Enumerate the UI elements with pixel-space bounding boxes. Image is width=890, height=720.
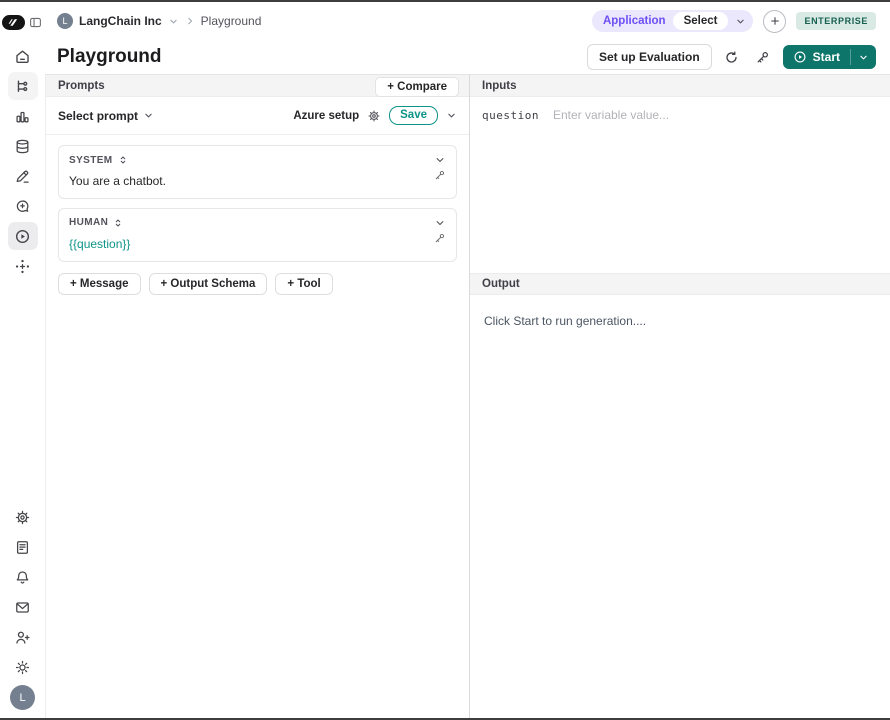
user-avatar[interactable]: L: [10, 685, 35, 710]
role-label: HUMAN: [69, 217, 108, 228]
message-header: SYSTEM: [69, 154, 446, 166]
inputs-panel-header: Inputs: [470, 75, 890, 97]
compare-button[interactable]: + Compare: [375, 77, 459, 97]
add-actions-row: + Message + Output Schema + Tool: [46, 262, 469, 306]
output-body: Click Start to run generation....: [470, 295, 890, 347]
save-button[interactable]: Save: [389, 106, 438, 125]
topbar-right: Application Select ENTERPRISE: [592, 10, 876, 33]
prompt-toolbar-right: Azure setup Save: [293, 106, 457, 125]
topbar: L LangChain Inc Playground Application S…: [45, 2, 890, 40]
logo-row: [2, 10, 44, 34]
output-panel-header: Output: [470, 273, 890, 295]
enterprise-badge: ENTERPRISE: [796, 12, 876, 30]
role-selector[interactable]: HUMAN: [69, 217, 123, 228]
page-header-actions: Set up Evaluation Start: [587, 44, 876, 70]
main-area: L LangChain Inc Playground Application S…: [45, 2, 890, 718]
breadcrumb: L LangChain Inc Playground: [57, 13, 261, 29]
play-circle-icon: [793, 50, 807, 64]
start-button-label: Start: [813, 50, 840, 64]
wand-icon[interactable]: [433, 169, 446, 182]
api-key-icon[interactable]: [752, 46, 774, 68]
breadcrumb-page[interactable]: Playground: [201, 14, 262, 28]
role-sort-icon[interactable]: [118, 155, 128, 165]
application-selector[interactable]: Application Select: [592, 10, 754, 32]
prompts-panel-header: Prompts + Compare: [46, 75, 469, 97]
message-body: {{question}}: [69, 236, 446, 253]
settings-icon[interactable]: [8, 503, 38, 531]
page-header: Playground Set up Evaluation Start: [45, 40, 890, 74]
variable-value-input[interactable]: [553, 108, 878, 122]
add-button[interactable]: [763, 10, 786, 33]
select-prompt-dropdown[interactable]: Select prompt: [58, 109, 154, 123]
add-message-button[interactable]: + Message: [58, 273, 141, 295]
add-output-schema-button[interactable]: + Output Schema: [149, 273, 268, 295]
inputs-panel-title: Inputs: [482, 80, 517, 92]
message-card-system: SYSTEM You are a chatbot.: [58, 145, 457, 199]
playground-icon[interactable]: [8, 222, 38, 250]
sidebar: L: [0, 2, 45, 718]
chevron-right-icon: [185, 16, 195, 26]
org-avatar: L: [57, 13, 73, 29]
role-label: SYSTEM: [69, 155, 113, 166]
model-config-label[interactable]: Azure setup: [293, 110, 359, 122]
right-panel: Inputs question Output Click Start to ru…: [470, 75, 890, 718]
collapse-message-caret[interactable]: [434, 154, 446, 166]
collapse-message-caret[interactable]: [434, 217, 446, 229]
message-content[interactable]: You are a chatbot.: [69, 173, 166, 190]
prompts-icon[interactable]: [8, 192, 38, 220]
add-tool-button[interactable]: + Tool: [275, 273, 332, 295]
chevron-down-icon[interactable]: [735, 16, 746, 27]
tracing-projects-icon[interactable]: [8, 72, 38, 100]
variable-row: question: [482, 108, 878, 122]
sidebar-nav: [8, 42, 38, 280]
model-settings-gear-icon[interactable]: [367, 109, 381, 123]
home-icon[interactable]: [8, 42, 38, 70]
deployments-icon[interactable]: [8, 252, 38, 280]
monitoring-icon[interactable]: [8, 102, 38, 130]
setup-evaluation-button[interactable]: Set up Evaluation: [587, 44, 712, 70]
notifications-icon[interactable]: [8, 563, 38, 591]
wand-icon[interactable]: [433, 232, 446, 245]
playground-page: L L LangChain Inc Playground Application…: [0, 0, 890, 720]
prompts-panel-title: Prompts: [58, 80, 105, 92]
mail-icon[interactable]: [8, 593, 38, 621]
invite-user-icon[interactable]: [8, 623, 38, 651]
start-options-caret[interactable]: [851, 45, 876, 69]
message-content[interactable]: {{question}}: [69, 236, 130, 253]
page-title: Playground: [57, 46, 162, 68]
langsmith-logo[interactable]: [2, 15, 25, 30]
prompt-toolbar: Select prompt Azure setup Save: [46, 97, 469, 135]
message-header: HUMAN: [69, 217, 446, 229]
inputs-body: question: [470, 97, 890, 273]
message-body: You are a chatbot.: [69, 173, 446, 190]
save-options-caret[interactable]: [446, 110, 457, 121]
role-selector[interactable]: SYSTEM: [69, 155, 128, 166]
role-sort-icon[interactable]: [113, 218, 123, 228]
message-card-human: HUMAN {{question}}: [58, 208, 457, 262]
sidebar-bottom-nav: [8, 503, 38, 681]
annotation-queues-icon[interactable]: [8, 162, 38, 190]
start-button-main[interactable]: Start: [783, 45, 850, 69]
start-button[interactable]: Start: [783, 45, 876, 69]
output-panel-title: Output: [482, 278, 520, 290]
prompts-panel: Prompts + Compare Select prompt Azure se…: [45, 75, 470, 718]
variable-name: question: [482, 109, 539, 122]
refresh-icon[interactable]: [721, 46, 743, 68]
output-empty-message: Click Start to run generation....: [484, 314, 646, 328]
panels: Prompts + Compare Select prompt Azure se…: [45, 74, 890, 718]
docs-icon[interactable]: [8, 533, 38, 561]
datasets-icon[interactable]: [8, 132, 38, 160]
theme-icon[interactable]: [8, 653, 38, 681]
chevron-down-icon[interactable]: [168, 16, 179, 27]
message-list: SYSTEM You are a chatbot.: [46, 135, 469, 262]
select-prompt-label: Select prompt: [58, 109, 138, 123]
sidebar-toggle-icon[interactable]: [28, 14, 44, 30]
application-value[interactable]: Select: [673, 12, 729, 30]
chevron-down-icon: [143, 110, 154, 121]
org-name[interactable]: LangChain Inc: [79, 14, 162, 28]
application-label: Application: [603, 15, 666, 27]
